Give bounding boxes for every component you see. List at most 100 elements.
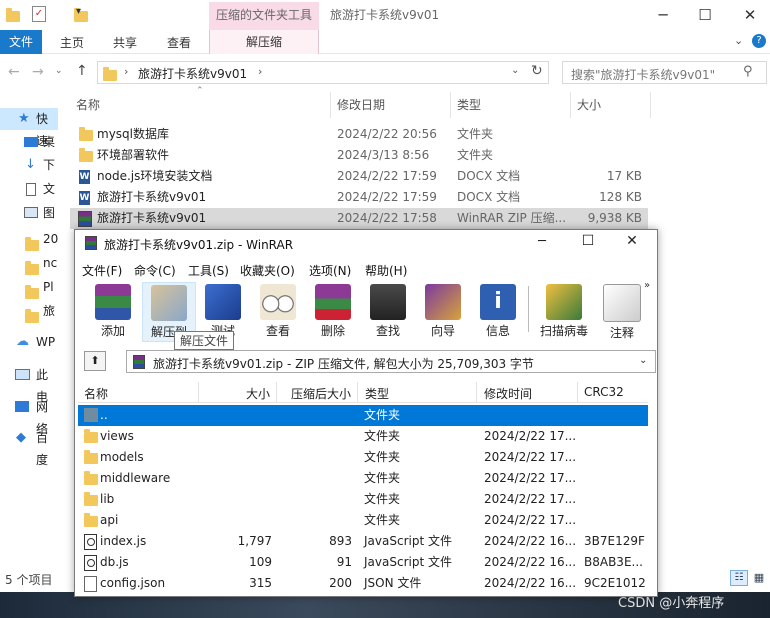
sidebar-item-quick-access[interactable]: ★ 快速 — [0, 108, 57, 148]
winrar-title: 旅游打卡系统v9v01.zip - WinRAR — [104, 238, 294, 252]
tool-label: 删除 — [320, 324, 345, 338]
column-divider — [450, 92, 451, 118]
details-view-icon[interactable]: ☷ — [730, 570, 748, 586]
archive-row[interactable]: index.js 1,797 893 JavaScript 文件 2024/2/… — [78, 531, 648, 552]
sidebar-item-folder[interactable]: 20 — [0, 228, 58, 251]
winrar-close-button[interactable]: ✕ — [620, 233, 644, 249]
breadcrumb[interactable]: 旅游打卡系统v9v01 — [138, 65, 247, 82]
entry-modified: 2024/2/22 17... — [484, 471, 577, 485]
tab-home[interactable]: 主页 — [60, 33, 84, 53]
tab-file[interactable]: 文件 — [0, 30, 42, 54]
delete-icon — [315, 284, 351, 320]
folder-icon — [25, 285, 39, 299]
column-header-name[interactable]: 名称 — [76, 96, 100, 113]
ribbon-collapse-icon[interactable]: ⌄ — [734, 34, 743, 47]
entry-type: JavaScript 文件 — [364, 555, 452, 569]
find-button[interactable]: 查找 — [362, 282, 414, 340]
menu-file[interactable]: 文件(F) — [82, 262, 122, 279]
archive-row[interactable]: api 文件夹 2024/2/22 17... — [78, 510, 648, 531]
virus-scan-button[interactable]: 扫描病毒 — [534, 282, 594, 340]
recent-locations-icon[interactable]: ⌄ — [55, 66, 63, 76]
large-icons-view-icon[interactable]: ▦ — [751, 570, 767, 586]
file-row-selected[interactable]: 旅游打卡系统v9v01 2024/2/22 17:58 WinRAR ZIP 压… — [70, 208, 648, 229]
archive-row[interactable]: lib 文件夹 2024/2/22 17... — [78, 489, 648, 510]
menu-commands[interactable]: 命令(C) — [134, 262, 176, 279]
sidebar-label: WP — [36, 335, 56, 349]
sidebar-item-folder[interactable]: nc — [0, 252, 57, 275]
comment-button[interactable]: 注释 — [596, 282, 648, 340]
customize-toolbar-icon[interactable]: ▾ — [76, 6, 81, 17]
close-button[interactable]: ✕ — [735, 0, 765, 30]
column-divider — [577, 382, 578, 402]
tab-share[interactable]: 共享 — [113, 33, 137, 53]
search-placeholder: 搜索"旅游打卡系统v9v01" — [571, 68, 716, 82]
archive-path-bar[interactable]: 旅游打卡系统v9v01.zip - ZIP 压缩文件, 解包大小为 25,709… — [126, 350, 656, 373]
view-button[interactable]: 查看 — [252, 282, 304, 340]
sidebar-item-folder[interactable]: 旅 — [0, 300, 57, 323]
add-button[interactable]: 添加 — [87, 282, 139, 340]
back-icon[interactable]: ← — [8, 64, 20, 80]
file-row[interactable]: W 旅游打卡系统v9v01 2024/2/22 17:59 DOCX 文档 12… — [70, 187, 648, 208]
info-button[interactable]: i 信息 — [472, 282, 524, 340]
entry-modified: 2024/2/22 17... — [484, 513, 577, 527]
help-icon[interactable]: ? — [752, 34, 766, 48]
column-header-date[interactable]: 修改日期 — [337, 96, 385, 113]
forward-icon[interactable]: → — [32, 64, 44, 80]
binoculars-icon — [370, 284, 406, 320]
up-one-level-button[interactable]: ⬆ — [84, 351, 106, 371]
sidebar-item-desktop[interactable]: 桌 — [0, 131, 57, 153]
menu-options[interactable]: 选项(N) — [309, 262, 351, 279]
tab-view[interactable]: 查看 — [167, 33, 191, 53]
entry-crc: B8AB3E... — [584, 555, 643, 569]
column-header-modified[interactable]: 修改时间 — [484, 385, 532, 402]
archive-row[interactable]: db.js 109 91 JavaScript 文件 2024/2/22 16.… — [78, 552, 648, 573]
column-header-packed[interactable]: 压缩后大小 — [291, 385, 351, 402]
star-icon: ★ — [18, 111, 30, 126]
file-row[interactable]: 环境部署软件 2024/3/13 8:56 文件夹 — [70, 145, 648, 166]
column-header-size[interactable]: 大小 — [577, 96, 601, 113]
sidebar-item-baidu[interactable]: ◆ 百度 — [0, 427, 57, 467]
archive-row[interactable]: config.json 315 200 JSON 文件 2024/2/22 16… — [78, 573, 648, 594]
tool-label: 信息 — [485, 324, 510, 338]
folder-icon[interactable] — [6, 8, 20, 22]
file-row[interactable]: W node.js环境安装文档 2024/2/22 17:59 DOCX 文档 … — [70, 166, 648, 187]
column-divider — [198, 382, 199, 402]
column-header-type[interactable]: 类型 — [365, 385, 389, 402]
archive-row[interactable]: views 文件夹 2024/2/22 17... — [78, 426, 648, 447]
refresh-icon[interactable]: ↻ — [531, 63, 543, 79]
address-bar[interactable]: › 旅游打卡系统v9v01 › ⌄ ↻ — [97, 61, 549, 84]
winrar-maximize-button[interactable]: ☐ — [576, 233, 600, 249]
sidebar-item-documents[interactable]: 文 — [0, 178, 57, 200]
address-dropdown-icon[interactable]: ⌄ — [511, 65, 519, 76]
up-icon[interactable]: ↑ — [76, 63, 88, 79]
delete-button[interactable]: 删除 — [307, 282, 359, 340]
status-item-count: 5 个项目 — [5, 573, 53, 587]
sidebar-item-downloads[interactable]: ↓ 下 — [0, 154, 57, 176]
wizard-button[interactable]: 向导 — [417, 282, 469, 340]
maximize-button[interactable]: ☐ — [690, 0, 720, 30]
file-row[interactable]: mysql数据库 2024/2/22 20:56 文件夹 — [70, 124, 648, 145]
sidebar-item-pictures[interactable]: 图 — [0, 202, 57, 224]
archive-row[interactable]: models 文件夹 2024/2/22 17... — [78, 447, 648, 468]
path-dropdown-icon[interactable]: ⌄ — [639, 355, 647, 366]
search-input[interactable]: 搜索"旅游打卡系统v9v01" ⚲ — [562, 61, 767, 84]
menu-tools[interactable]: 工具(S) — [188, 262, 229, 279]
sidebar-item-network[interactable]: 网络 — [0, 396, 57, 436]
column-header-name[interactable]: 名称 — [84, 385, 108, 402]
menu-favorites[interactable]: 收藏夹(O) — [240, 262, 295, 279]
sidebar-label: 旅 — [43, 304, 56, 318]
menu-help[interactable]: 帮助(H) — [365, 262, 407, 279]
winrar-minimize-button[interactable]: ─ — [530, 234, 554, 249]
folder-icon — [79, 127, 93, 141]
archive-row-selected[interactable]: .. 文件夹 — [78, 405, 648, 426]
sidebar-item-this-pc[interactable]: 此电 — [0, 364, 57, 404]
archive-row[interactable]: middleware 文件夹 2024/2/22 17... — [78, 468, 648, 489]
minimize-button[interactable]: ─ — [648, 0, 678, 30]
sidebar-item-wps[interactable]: ☁ WP — [0, 331, 57, 353]
tab-extract[interactable]: 解压缩 — [209, 30, 319, 54]
column-header-crc[interactable]: CRC32 — [584, 385, 624, 399]
column-header-type[interactable]: 类型 — [457, 96, 481, 113]
column-header-size[interactable]: 大小 — [246, 385, 270, 402]
properties-icon[interactable]: ✓ — [32, 6, 46, 22]
sidebar-item-folder[interactable]: Pl — [0, 276, 57, 299]
